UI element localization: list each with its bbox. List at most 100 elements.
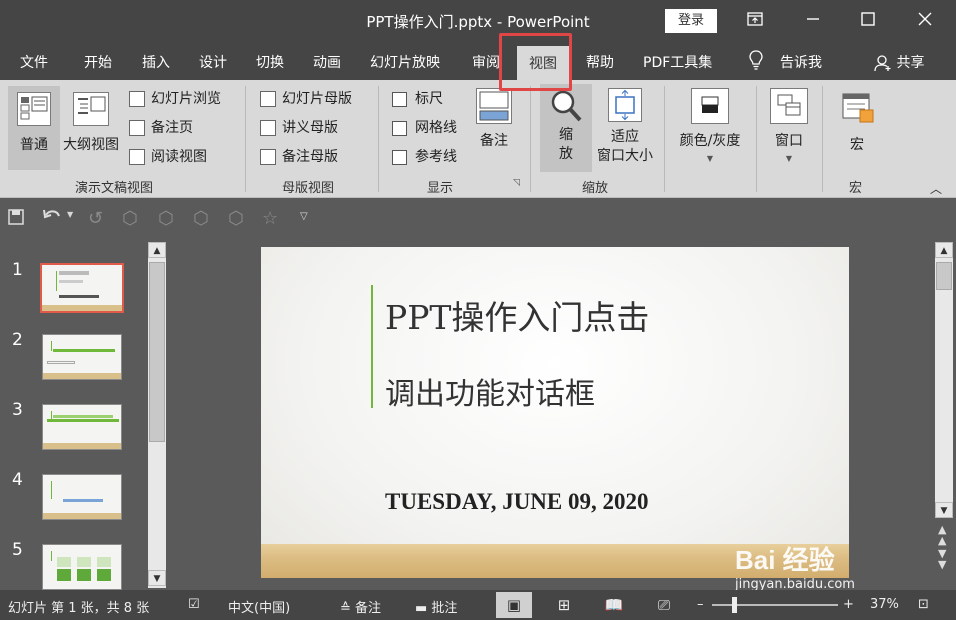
tab-review[interactable]: 审阅 (472, 52, 500, 72)
gridlines-checkbox[interactable]: 网格线 (392, 117, 457, 139)
close-icon[interactable] (910, 8, 940, 34)
slide-sorter-icon (129, 91, 145, 107)
magnifier-icon (547, 88, 585, 124)
normal-view-label: 普通 (20, 137, 48, 153)
comments-status-button[interactable]: ▬ 批注 (415, 597, 457, 616)
window-button[interactable]: 窗口 ▼ (764, 88, 814, 172)
tab-insert[interactable]: 插入 (142, 52, 170, 72)
share-button[interactable]: 共享 (874, 52, 924, 72)
scroll-up-icon[interactable]: ▲ (935, 242, 953, 258)
collapse-ribbon-icon[interactable]: ︿ (930, 180, 942, 197)
spell-check-icon[interactable]: ☑ (188, 597, 200, 612)
zoom-in-icon[interactable]: + (843, 597, 854, 612)
slide-scroll-thumb[interactable] (936, 262, 952, 290)
scroll-down-icon[interactable]: ▼ (148, 570, 166, 586)
color-grayscale-label: 颜色/灰度 (679, 133, 741, 149)
lightbulb-icon (748, 50, 764, 74)
show-dialog-launcher-icon[interactable]: ◹ (513, 178, 520, 188)
thumbnails-scroll-thumb[interactable] (149, 262, 165, 442)
save-icon[interactable] (8, 209, 24, 230)
normal-view-status-icon[interactable]: ▣ (496, 592, 532, 618)
notes-toggle-button[interactable]: 备注 (472, 88, 516, 168)
ruler-checkbox[interactable]: 标尺 (392, 88, 443, 110)
view-tab-highlight (499, 33, 572, 91)
language-indicator[interactable]: 中文(中国) (228, 597, 290, 616)
group-show: 显示 (427, 181, 454, 196)
shape-icon[interactable]: ⬡ (158, 208, 174, 229)
redo-icon[interactable]: ↺ (88, 208, 103, 229)
share-label: 共享 (896, 55, 925, 71)
scroll-up-icon[interactable]: ▲ (148, 242, 166, 258)
minimize-icon[interactable] (798, 8, 828, 34)
tab-home[interactable]: 开始 (84, 52, 112, 72)
outline-view-icon (73, 92, 109, 126)
tab-animations[interactable]: 动画 (313, 52, 341, 72)
reading-view-label: 阅读视图 (151, 149, 207, 165)
notes-toggle-label: 备注 (480, 133, 508, 149)
fit-to-window-button[interactable]: 适应 窗口大小 (594, 88, 656, 172)
ribbon-display-options-icon[interactable] (740, 8, 770, 34)
current-slide[interactable]: PPT操作入门点击 调出功能对话框 TUESDAY, JUNE 09, 2020 (261, 247, 849, 578)
zoom-slider-thumb[interactable] (732, 597, 737, 613)
star-frame-icon[interactable]: ☆ (262, 208, 278, 229)
outline-view-button[interactable]: 大纲视图 (60, 86, 122, 170)
slide-thumbnails-pane: 1 2 3 4 5 ▲ ▼ (0, 240, 172, 590)
notes-master-button[interactable]: 备注母版 (260, 146, 338, 168)
slide-sorter-button[interactable]: 幻灯片浏览 (129, 88, 221, 110)
tab-file[interactable]: 文件 (20, 52, 48, 72)
login-button[interactable]: 登录 (665, 9, 717, 33)
chevron-down-icon: ▼ (706, 154, 714, 163)
tab-transitions[interactable]: 切换 (256, 52, 284, 72)
slide-thumbnail-2[interactable] (42, 334, 122, 380)
tab-help[interactable]: 帮助 (586, 52, 614, 72)
gridlines-label: 网格线 (415, 120, 457, 136)
undo-icon[interactable] (42, 207, 64, 230)
slide-master-label: 幻灯片母版 (282, 91, 352, 107)
notes-master-label: 备注母版 (282, 149, 338, 165)
zoom-button[interactable]: 缩 放 (540, 84, 592, 172)
reading-view-button[interactable]: 阅读视图 (129, 146, 207, 168)
tab-slideshow[interactable]: 幻灯片放映 (370, 52, 440, 72)
slide-master-icon (260, 91, 276, 107)
zoom-level[interactable]: 37% (870, 597, 899, 612)
tab-pdf-tools[interactable]: PDF工具集 (643, 52, 712, 72)
fit-slide-icon[interactable]: ⊡ (918, 597, 929, 612)
chevron-down-icon: ▼ (785, 154, 793, 163)
shape-icon[interactable]: ⬡ (228, 208, 244, 229)
slide-thumbnail-3[interactable] (42, 404, 122, 450)
macros-button[interactable]: 宏 (834, 88, 880, 172)
fit-to-window-icon (608, 88, 642, 122)
guides-checkbox[interactable]: 参考线 (392, 146, 457, 168)
slideshow-status-icon[interactable]: ⎚ (646, 592, 682, 618)
maximize-icon[interactable] (853, 8, 883, 34)
shape-icon[interactable]: ⬡ (193, 208, 209, 229)
slide-thumbnail-4[interactable] (42, 474, 122, 520)
notes-icon (476, 88, 512, 124)
zoom-out-icon[interactable]: – (697, 597, 704, 612)
notes-status-button[interactable]: ≙ 备注 (340, 597, 381, 616)
window-label: 窗口 (775, 133, 803, 149)
slide-master-button[interactable]: 幻灯片母版 (260, 88, 352, 110)
slide-number: 3 (12, 400, 23, 420)
customize-qat-icon[interactable]: ▽ (300, 211, 308, 222)
slide-title[interactable]: PPT操作入门点击 (385, 291, 649, 339)
tell-me-search[interactable]: 告诉我 (780, 52, 822, 72)
scroll-down-icon[interactable]: ▼ (935, 502, 953, 518)
slide-sorter-status-icon[interactable]: ⊞ (546, 592, 582, 618)
slide-subtitle[interactable]: 调出功能对话框 (385, 369, 595, 413)
group-macros: 宏 (849, 181, 863, 196)
normal-view-button[interactable]: 普通 (8, 86, 60, 170)
zoom-slider-track[interactable] (712, 604, 838, 606)
next-slide-icon[interactable]: ▼ ▼ (938, 548, 946, 570)
reading-view-status-icon[interactable]: 📖 (596, 592, 632, 618)
tab-design[interactable]: 设计 (199, 52, 227, 72)
shape-icon[interactable]: ⬡ (122, 208, 138, 229)
undo-dropdown-icon[interactable]: ▼ (67, 210, 73, 219)
slide-thumbnail-1[interactable] (40, 263, 124, 313)
handout-master-button[interactable]: 讲义母版 (260, 117, 338, 139)
slide-thumbnail-5[interactable] (42, 544, 122, 590)
slide-date[interactable]: TUESDAY, JUNE 09, 2020 (385, 489, 649, 515)
notes-page-button[interactable]: 备注页 (129, 117, 193, 139)
color-grayscale-button[interactable]: 颜色/灰度 ▼ (674, 88, 746, 172)
previous-slide-icon[interactable]: ▲ ▲ (938, 524, 946, 546)
